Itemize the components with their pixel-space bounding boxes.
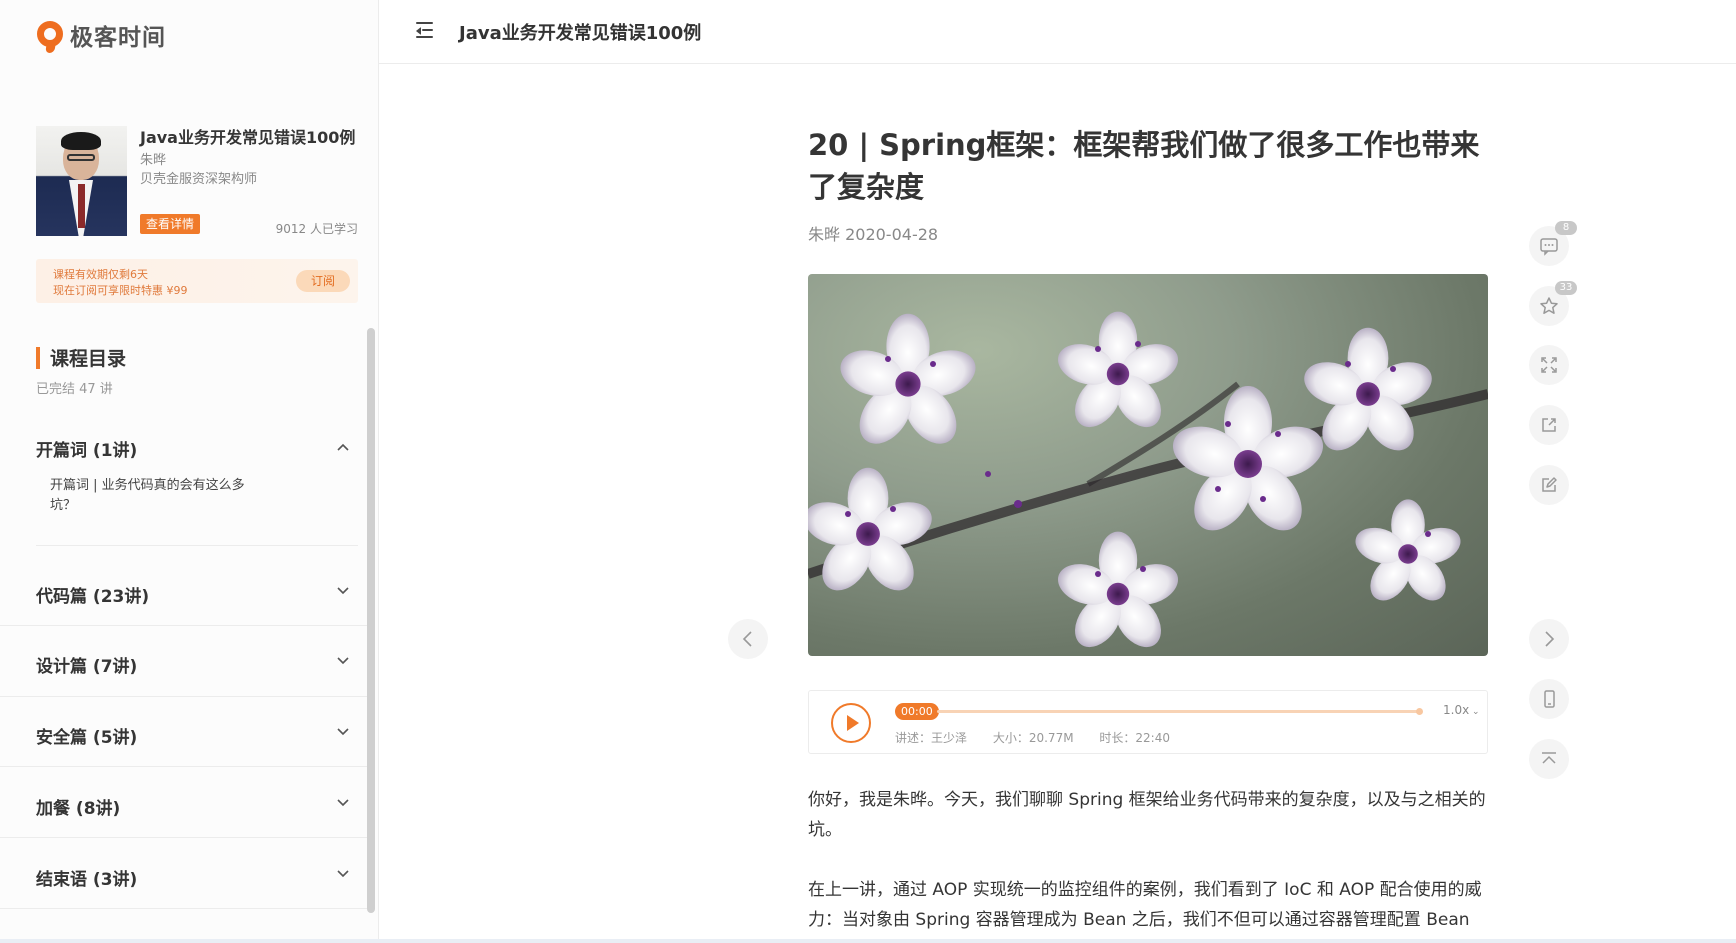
favorites-count: 33 (1555, 281, 1577, 295)
audio-player: 00:00 1.0x ⌄ 讲述：王少泽 大小：20.77M 时长：22:40 (808, 690, 1488, 754)
chevron-down-icon[interactable] (336, 796, 350, 810)
chevron-down-icon[interactable] (336, 725, 350, 739)
mobile-phone-icon (1544, 690, 1555, 708)
course-card: Java业务开发常见错误100例 朱晔 贝壳金服资深架构师 查看详情 9012 … (36, 126, 358, 236)
edit-note-icon (1542, 477, 1557, 492)
header-course-title: Java业务开发常见错误100例 (459, 23, 702, 44)
brand-name: 极客时间 (70, 25, 166, 51)
previous-article-button[interactable] (728, 619, 768, 659)
chapter-label: 结束语 (3讲) (36, 870, 138, 890)
share-icon (1542, 418, 1556, 432)
chevron-left-icon (742, 631, 752, 647)
window-bottom-edge (0, 939, 1736, 943)
article-paragraph: 在上一讲，通过 AOP 实现统一的监控组件的案例，我们看到了 IoC 和 AOP… (808, 880, 1482, 930)
chevron-down-icon: ⌄ (1469, 707, 1480, 717)
subscribe-button[interactable]: 订阅 (296, 270, 350, 292)
note-button[interactable] (1529, 465, 1569, 505)
article-paragraph: 你好，我是朱晔。今天，我们聊聊 Spring 框架给业务代码带来的复杂度，以及与… (808, 790, 1486, 840)
subscription-promo: 课程有效期仅剩6天 现在订阅可享限时特惠 ¥99 订阅 (36, 259, 358, 303)
promo-expiry-text: 课程有效期仅剩6天 (53, 268, 148, 281)
audio-progress-bar[interactable] (937, 708, 1423, 715)
course-title: Java业务开发常见错误100例 (140, 128, 356, 147)
next-article-button[interactable] (1529, 619, 1569, 659)
star-icon (1540, 297, 1558, 314)
view-details-button[interactable]: 查看详情 (140, 214, 201, 234)
sidebar: 极客时间 Java业务开发常见错误100例 朱晔 贝壳金服资深架构师 查看详情 … (0, 0, 379, 943)
menu-collapse-icon[interactable] (413, 22, 433, 38)
playback-speed-value: 1.0x (1443, 703, 1470, 717)
geektime-logo[interactable]: 极客时间 (36, 18, 166, 53)
chevron-down-icon[interactable] (336, 584, 350, 598)
toc-subtitle: 已完结 47 讲 (36, 382, 113, 397)
chevron-down-icon[interactable] (336, 867, 350, 881)
course-author-role: 贝壳金服资深架构师 (140, 172, 258, 187)
audio-current-time: 00:00 (895, 703, 939, 720)
mobile-view-button[interactable] (1529, 679, 1569, 719)
play-icon[interactable] (831, 703, 871, 743)
learner-count: 9012 人已学习 (275, 222, 358, 236)
article-meta: 朱晔 2020-04-28 (808, 225, 939, 244)
comment-icon (1540, 238, 1558, 256)
audio-duration: 时长：22:40 (1099, 731, 1170, 745)
chevron-up-icon[interactable] (336, 440, 350, 454)
comments-button[interactable]: 8 (1529, 221, 1577, 266)
comments-count: 8 (1555, 221, 1577, 235)
toc-accent-bar (36, 347, 40, 369)
chapter-label: 代码篇 (23讲) (36, 587, 150, 607)
chapter-label: 设计篇 (7讲) (36, 657, 138, 677)
sidebar-scrollbar[interactable] (367, 328, 375, 913)
chevron-down-icon[interactable] (336, 654, 350, 668)
cherry-blossom-illustration (808, 311, 1488, 648)
course-author: 朱晔 (140, 153, 167, 168)
expand-icon (1541, 357, 1557, 373)
chevron-right-icon (1545, 631, 1555, 647)
top-header: Java业务开发常见错误100例 (379, 0, 1736, 64)
chapter-label: 开篇词 (1讲) (36, 441, 138, 461)
favorite-button[interactable]: 33 (1529, 281, 1577, 326)
promo-price-text: 现在订阅可享限时特惠 ¥99 (53, 284, 188, 297)
article-cover-image (808, 274, 1488, 656)
back-to-top-button[interactable] (1529, 739, 1569, 779)
toc-title: 课程目录 (50, 348, 127, 370)
lesson-item[interactable]: 开篇词 | 业务代码真的会有这么多坑？ (50, 476, 270, 516)
back-to-top-icon (1542, 752, 1556, 764)
geektime-logo-icon (36, 19, 66, 53)
audio-progress-handle[interactable] (1416, 708, 1423, 715)
chapter-label: 加餐 (8讲) (36, 799, 121, 819)
audio-speaker: 讲述：王少泽 (895, 731, 968, 745)
playback-speed-select[interactable]: 1.0x ⌄ (1443, 703, 1480, 717)
author-avatar (36, 126, 127, 236)
audio-info: 讲述：王少泽 大小：20.77M 时长：22:40 (895, 729, 1192, 746)
fullscreen-button[interactable] (1529, 345, 1569, 385)
article-title: 20 | Spring框架：框架帮我们做了很多工作也带来了复杂度 (808, 128, 1480, 204)
chapter-label: 安全篇 (5讲) (36, 728, 138, 748)
share-button[interactable] (1529, 405, 1569, 445)
audio-size: 大小：20.77M (992, 731, 1074, 745)
